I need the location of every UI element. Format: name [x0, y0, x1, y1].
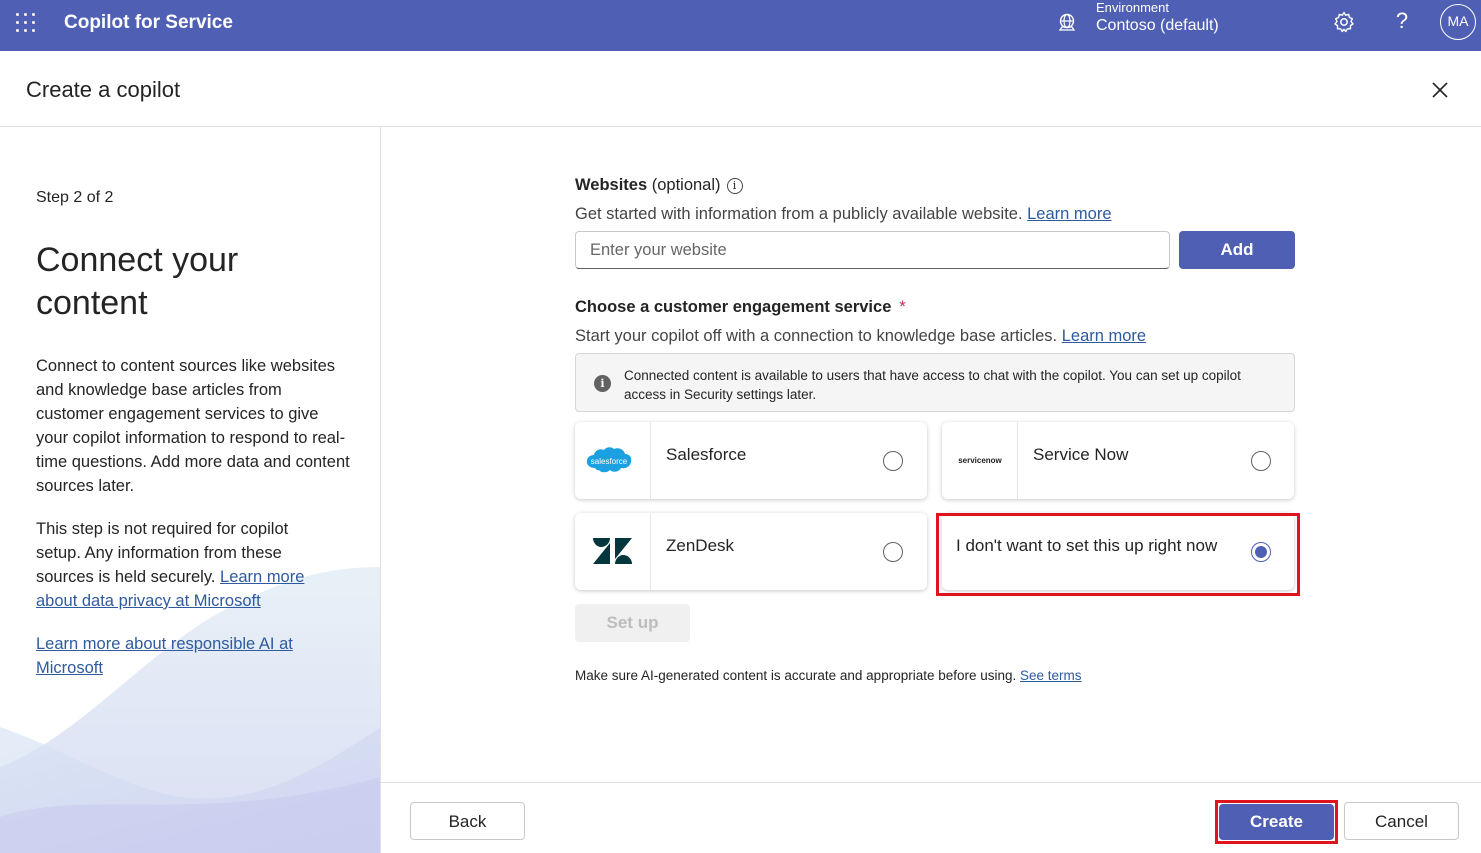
websites-label: Websites (optional) i — [575, 176, 743, 195]
info-notice: i Connected content is available to user… — [575, 353, 1295, 412]
salesforce-logo-icon: salesforce — [586, 447, 632, 473]
engagement-service-label: Choose a customer engagement service * — [575, 298, 906, 317]
notice-text: Connected content is available to users … — [624, 368, 1241, 402]
info-filled-icon: i — [594, 375, 611, 392]
highlight-box-no-setup — [936, 513, 1300, 596]
disclaimer-text: Make sure AI-generated content is accura… — [575, 668, 1021, 683]
salesforce-logo-text: salesforce — [591, 457, 628, 466]
required-asterisk: * — [899, 298, 906, 316]
servicenow-label: Service Now — [1033, 445, 1129, 464]
websites-learn-more-link[interactable]: Learn more — [1027, 205, 1111, 223]
highlight-box-create — [1215, 800, 1338, 844]
zendesk-label: ZenDesk — [666, 536, 735, 555]
zendesk-radio[interactable] — [883, 542, 903, 562]
environment-selector[interactable]: Contoso (default) — [1096, 17, 1219, 35]
not-required-note: This step is not required for copilot se… — [36, 517, 336, 613]
ai-disclaimer: Make sure AI-generated content is accura… — [575, 668, 1082, 683]
responsible-ai-link[interactable]: Learn more about responsible AI at Micro… — [36, 635, 293, 677]
servicenow-logo-text: servicenow — [958, 456, 1002, 465]
websites-description-text: Get started with information from a publ… — [575, 205, 1028, 223]
step-indicator: Step 2 of 2 — [36, 189, 114, 206]
servicenow-option-card[interactable]: servicenow Service Now — [942, 422, 1294, 499]
help-icon[interactable]: ? — [1392, 8, 1412, 34]
servicenow-radio[interactable] — [1251, 451, 1271, 471]
app-title[interactable]: Copilot for Service — [64, 12, 233, 34]
setup-button[interactable]: Set up — [575, 604, 690, 642]
left-heading: Connect your content — [36, 241, 239, 322]
back-button[interactable]: Back — [410, 802, 525, 840]
engagement-description: Start your copilot off with a connection… — [575, 327, 1146, 346]
app-launcher-icon[interactable] — [16, 13, 36, 33]
engagement-learn-more-link[interactable]: Learn more — [1062, 327, 1146, 345]
cancel-button[interactable]: Cancel — [1344, 802, 1459, 840]
environment-icon — [1058, 13, 1076, 31]
logo-cell: servicenow — [942, 422, 1018, 499]
servicenow-logo-icon: servicenow — [958, 456, 1002, 465]
zendesk-option-card[interactable]: ZenDesk — [575, 513, 927, 590]
top-app-bar: Copilot for Service Environment Contoso … — [0, 0, 1481, 51]
website-input[interactable] — [575, 231, 1170, 269]
logo-cell: salesforce — [575, 422, 651, 499]
salesforce-option-card[interactable]: salesforce Salesforce — [575, 422, 927, 499]
zendesk-logo-icon — [593, 538, 632, 564]
engagement-description-text: Start your copilot off with a connection… — [575, 327, 1062, 345]
salesforce-label: Salesforce — [666, 445, 747, 464]
see-terms-link[interactable]: See terms — [1020, 668, 1082, 683]
dialog-title: Create a copilot — [26, 77, 181, 102]
optional-label: (optional) — [651, 176, 721, 194]
websites-description: Get started with information from a publ… — [575, 205, 1112, 224]
close-icon[interactable] — [1428, 78, 1452, 102]
logo-cell — [575, 513, 651, 590]
engagement-service-label-text: Choose a customer engagement service — [575, 298, 892, 316]
left-description: Connect to content sources like websites… — [36, 357, 350, 495]
add-website-button[interactable]: Add — [1179, 231, 1295, 269]
salesforce-radio[interactable] — [883, 451, 903, 471]
dialog-header: Create a copilot — [0, 51, 1481, 127]
avatar[interactable]: MA — [1440, 4, 1476, 40]
responsible-ai-paragraph: Learn more about responsible AI at Micro… — [36, 632, 336, 680]
environment-label: Environment — [1096, 0, 1169, 15]
settings-gear-icon[interactable] — [1332, 10, 1356, 34]
websites-label-text: Websites — [575, 176, 648, 194]
left-info-panel: Step 2 of 2 Connect your content Connect… — [0, 127, 381, 853]
info-icon[interactable]: i — [726, 178, 743, 194]
